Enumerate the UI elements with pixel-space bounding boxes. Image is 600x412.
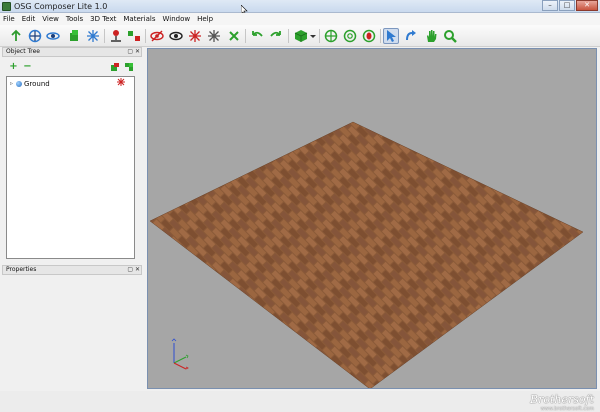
- panel-float-close-buttons[interactable]: ▢ ✕: [127, 266, 140, 274]
- tree-item-label: Ground: [24, 79, 50, 88]
- orbit-icon[interactable]: [403, 28, 419, 44]
- watermark-logo: Brothersoft www.brothersoft.com: [530, 393, 594, 412]
- menu-edit[interactable]: Edit: [22, 13, 36, 25]
- frozen-star-icon[interactable]: [117, 78, 125, 86]
- hide-icon[interactable]: [149, 28, 165, 44]
- menu-bar: File Edit View Tools 3D Text Materials W…: [0, 13, 600, 25]
- move-gizmo-icon[interactable]: [27, 28, 43, 44]
- add-node-button[interactable]: +: [8, 62, 19, 73]
- menu-3d-text[interactable]: 3D Text: [90, 13, 116, 25]
- toolbar-separator: [104, 29, 105, 43]
- show-icon[interactable]: [168, 28, 184, 44]
- globe-icon: [16, 80, 22, 87]
- unfreeze-icon[interactable]: [206, 28, 222, 44]
- center-view-icon[interactable]: [323, 28, 339, 44]
- status-bar: [0, 391, 600, 412]
- tree-item-ground[interactable]: ▹ Ground: [10, 79, 50, 88]
- pointer-icon[interactable]: [8, 28, 24, 44]
- remove-node-button[interactable]: −: [22, 62, 33, 73]
- pan-hand-icon[interactable]: [423, 28, 439, 44]
- redo-icon[interactable]: [268, 28, 284, 44]
- brick-floor-plane: [149, 121, 584, 388]
- object-tree-toolbar: + −: [4, 60, 136, 76]
- place-on-ground-icon[interactable]: [108, 28, 124, 44]
- properties-title: Properties: [6, 266, 37, 273]
- cube-icon[interactable]: [293, 28, 309, 44]
- properties-header: Properties ▢ ✕: [2, 265, 142, 275]
- frame-selected-icon[interactable]: [361, 28, 377, 44]
- object-tree-header: Object Tree ▢ ✕: [2, 47, 142, 57]
- menu-file[interactable]: File: [3, 13, 15, 25]
- properties-panel: [3, 276, 141, 390]
- delete-icon[interactable]: [226, 28, 242, 44]
- 3d-viewport[interactable]: [147, 48, 597, 389]
- menu-view[interactable]: View: [42, 13, 59, 25]
- ungroup-icon[interactable]: [124, 62, 134, 72]
- undo-icon[interactable]: [249, 28, 265, 44]
- group-icon[interactable]: [110, 62, 120, 72]
- watermark-url: www.brothersoft.com: [540, 406, 594, 412]
- freeze-icon[interactable]: [187, 28, 203, 44]
- menu-window[interactable]: Window: [162, 13, 190, 25]
- rotate-gizmo-icon[interactable]: [45, 28, 61, 44]
- maximize-button[interactable]: □: [559, 0, 575, 11]
- chevron-down-icon[interactable]: [309, 28, 317, 44]
- snap-icon[interactable]: [126, 28, 142, 44]
- title-bar: OSG Composer Lite 1.0 – □ ✕: [0, 0, 600, 13]
- add-object-icon[interactable]: [66, 28, 82, 44]
- toolbar-separator: [288, 29, 289, 43]
- menu-materials[interactable]: Materials: [123, 13, 155, 25]
- frame-all-icon[interactable]: [342, 28, 358, 44]
- zoom-icon[interactable]: [442, 28, 458, 44]
- toolbar-separator: [245, 29, 246, 43]
- panel-float-close-buttons[interactable]: ▢ ✕: [127, 48, 140, 56]
- menu-tools[interactable]: Tools: [66, 13, 83, 25]
- window-controls: – □ ✕: [541, 0, 598, 12]
- watermark-text: Brothersoft: [530, 393, 594, 406]
- minimize-button[interactable]: –: [542, 0, 558, 11]
- app-icon: [2, 2, 11, 11]
- toolbar-separator: [145, 29, 146, 43]
- main-toolbar: [0, 25, 600, 47]
- axis-gizmo-icon: [171, 338, 189, 370]
- close-button[interactable]: ✕: [576, 0, 598, 11]
- object-tree[interactable]: ▹ Ground: [6, 76, 135, 259]
- menu-help[interactable]: Help: [197, 13, 213, 25]
- window-title: OSG Composer Lite 1.0: [14, 2, 108, 11]
- toolbar-separator: [319, 29, 320, 43]
- explode-icon[interactable]: [85, 28, 101, 44]
- object-tree-title: Object Tree: [6, 48, 40, 55]
- select-arrow-icon[interactable]: [383, 28, 399, 44]
- toolbar-separator: [380, 29, 381, 43]
